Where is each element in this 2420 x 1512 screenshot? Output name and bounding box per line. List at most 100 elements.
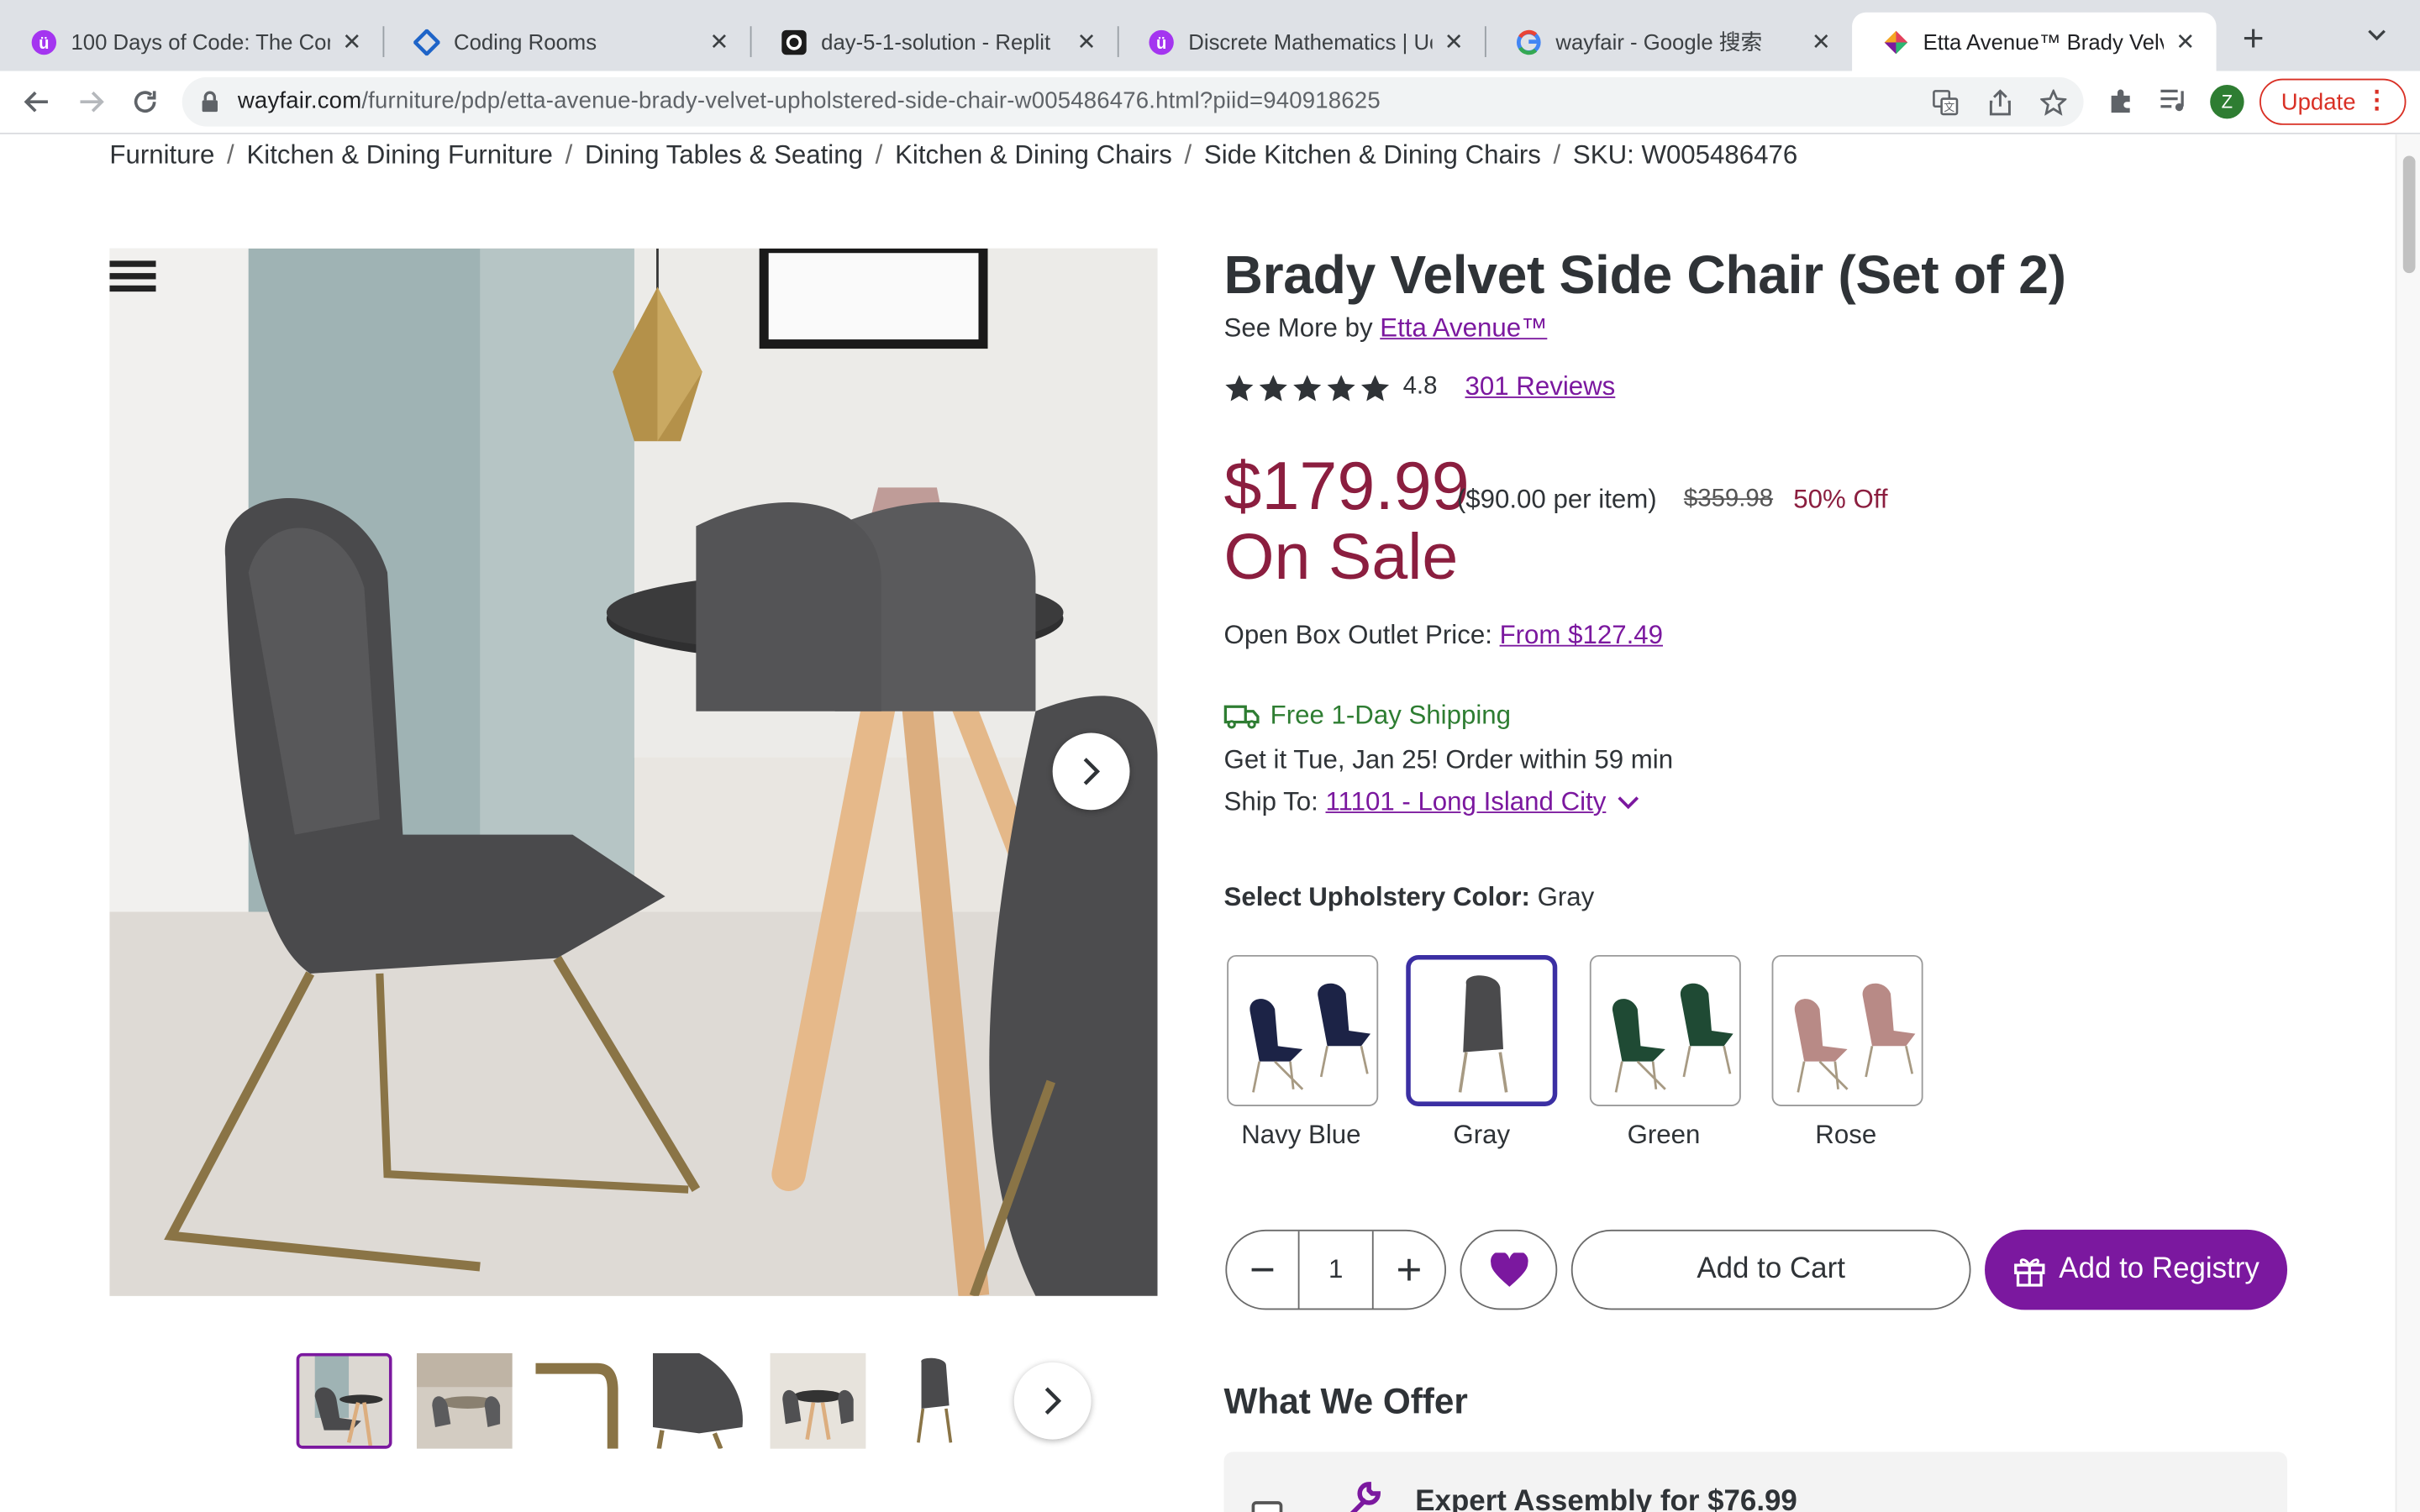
thumbnail[interactable] (535, 1352, 632, 1449)
open-box-price: Open Box Outlet Price: From $127.49 (1224, 620, 1663, 651)
offer-expert-assembly[interactable]: Expert Assembly for $76.99 (1223, 1452, 2288, 1512)
browser-viewport: ü 100 Days of Code: The Com ✕ Coding Roo… (0, 0, 2420, 1512)
tab-title: 100 Days of Code: The Com (71, 29, 331, 55)
share-icon[interactable] (1988, 89, 2012, 123)
lock-icon[interactable] (201, 91, 219, 120)
thumbnail[interactable] (416, 1352, 513, 1449)
on-sale-label: On Sale (1223, 519, 1459, 593)
ship-to-zip-link[interactable]: 11101 - Long Island City (1325, 787, 1606, 818)
star-icon (1293, 374, 1322, 401)
assembly-checkbox[interactable] (1251, 1501, 1283, 1512)
reviews-link[interactable]: 301 Reviews (1465, 372, 1616, 403)
profile-avatar[interactable]: Z (2210, 85, 2244, 119)
tab-coding-rooms[interactable]: Coding Rooms ✕ (383, 13, 750, 71)
close-icon[interactable]: ✕ (339, 28, 364, 55)
tab-replit[interactable]: day-5-1-solution - Replit ✕ (750, 13, 1118, 71)
update-label: Update (2281, 88, 2356, 115)
color-swatch-gray[interactable] (1406, 954, 1558, 1106)
tab-100-days-of-code[interactable]: ü 100 Days of Code: The Com ✕ (0, 13, 383, 71)
brand-link[interactable]: Etta Avenue™ (1380, 313, 1547, 343)
close-icon[interactable]: ✕ (707, 28, 731, 55)
product-main-image[interactable] (109, 248, 1158, 1296)
swatch-label: Rose (1815, 1120, 1877, 1150)
tab-wayfair-active[interactable]: Etta Avenue™ Brady Velvet ✕ (1852, 12, 2217, 71)
breadcrumb-link[interactable]: Furniture (109, 140, 214, 170)
tab-title: Etta Avenue™ Brady Velvet (1923, 29, 2165, 55)
quantity-decrease-button[interactable] (1227, 1231, 1300, 1309)
url-host: wayfair.com (237, 87, 362, 114)
url-text: wayfair.com/furniture/pdp/etta-avenue-br… (238, 88, 1381, 114)
back-arrow-icon[interactable] (18, 83, 55, 120)
product-title: Brady Velvet Side Chair (Set of 2) (1223, 245, 2067, 306)
quantity-input[interactable]: 1 (1298, 1231, 1374, 1309)
close-icon[interactable]: ✕ (2173, 28, 2197, 55)
star-icon (1327, 374, 1355, 401)
breadcrumb-link[interactable]: Kitchen & Dining Chairs (895, 140, 1172, 170)
see-more-prefix: See More by (1223, 312, 1373, 343)
sku-label: SKU: W005486476 (1572, 140, 1798, 171)
replit-icon (781, 29, 807, 55)
delivery-estimate: Get it Tue, Jan 25! Order within 59 min (1223, 745, 1674, 775)
update-button[interactable]: Update ⋮ (2259, 78, 2407, 125)
svg-text:ü: ü (39, 34, 49, 52)
media-playlist-icon[interactable] (2160, 87, 2189, 122)
breadcrumb-link[interactable]: Side Kitchen & Dining Chairs (1204, 140, 1541, 170)
star-icon (1259, 374, 1287, 401)
see-more-by: See More by Etta Avenue™ (1224, 313, 1548, 344)
rating-summary[interactable]: 4.8 301 Reviews (1224, 372, 1616, 403)
translate-icon[interactable]: 文 (1933, 90, 1959, 123)
address-bar[interactable]: wayfair.com/furniture/pdp/etta-avenue-br… (182, 76, 2084, 127)
tab-google-search[interactable]: wayfair - Google 搜索 ✕ (1485, 13, 1852, 71)
rating-value: 4.8 (1402, 373, 1438, 400)
more-vert-icon[interactable]: ⋮ (2365, 88, 2389, 116)
color-swatch-green[interactable] (1589, 954, 1741, 1106)
quantity-increase-button[interactable] (1371, 1231, 1444, 1309)
color-selector-label: Select Upholstery Color: Gray (1224, 883, 1595, 914)
extensions-puzzle-icon[interactable] (2107, 87, 2134, 122)
breadcrumb-link[interactable]: Dining Tables & Seating (585, 140, 863, 170)
swatch-label: Green (1627, 1120, 1701, 1150)
color-swatch-rose[interactable] (1771, 954, 1923, 1106)
page-scrollbar[interactable] (2395, 134, 2420, 1512)
breadcrumb-link[interactable]: Kitchen & Dining Furniture (246, 140, 552, 170)
forward-arrow-icon[interactable] (72, 83, 109, 120)
tab-title: wayfair - Google 搜索 (1555, 29, 1763, 55)
favorite-button[interactable] (1460, 1229, 1558, 1310)
selected-color: Gray (1537, 882, 1595, 912)
per-item-price: ($90.00 per item) (1456, 484, 1657, 514)
tab-title: Discrete Mathematics | Ude (1188, 29, 1433, 55)
udemy-icon: ü (31, 29, 57, 55)
add-to-cart-button[interactable]: Add to Cart (1570, 1229, 1971, 1310)
url-path: /furniture/pdp/etta-avenue-brady-velvet-… (361, 87, 1381, 114)
add-to-registry-button[interactable]: Add to Registry (1985, 1229, 2288, 1310)
chevron-right-icon (1044, 1387, 1062, 1415)
bookmark-star-icon[interactable] (2039, 87, 2068, 123)
heart-icon (1490, 1252, 1528, 1286)
color-swatch-navy-blue[interactable] (1227, 954, 1379, 1106)
thumbnail-next-button[interactable] (1013, 1362, 1092, 1440)
thumbnail[interactable] (296, 1352, 392, 1449)
gift-icon (2014, 1258, 2045, 1287)
close-icon[interactable]: ✕ (1442, 28, 1466, 55)
tab-strip: ü 100 Days of Code: The Com ✕ Coding Roo… (0, 0, 2420, 71)
plus-icon (1398, 1258, 1420, 1281)
scrollbar-thumb[interactable] (2402, 155, 2416, 274)
new-tab-button[interactable]: + (2235, 19, 2272, 60)
star-rating (1224, 373, 1391, 402)
product-page: Furniture / Kitchen & Dining Furniture / Din… (0, 134, 2396, 1512)
reload-icon[interactable] (127, 83, 164, 120)
open-box-link[interactable]: From $127.49 (1500, 620, 1663, 649)
close-icon[interactable]: ✕ (1809, 28, 1833, 55)
close-icon[interactable]: ✕ (1074, 28, 1098, 55)
assembly-offer-text: Expert Assembly for $76.99 (1415, 1485, 1797, 1512)
thumbnail[interactable] (770, 1352, 866, 1449)
thumbnail[interactable] (652, 1352, 749, 1449)
udemy-icon: ü (1149, 29, 1175, 55)
thumbnail[interactable] (887, 1352, 983, 1449)
tab-search-chevron-icon[interactable] (2366, 24, 2388, 54)
open-box-label: Open Box Outlet Price: (1223, 620, 1492, 650)
tab-discrete-math[interactable]: ü Discrete Mathematics | Ude ✕ (1118, 13, 1485, 71)
tab-title: day-5-1-solution - Replit (821, 29, 1051, 55)
sale-price: $179.99 (1223, 449, 1470, 525)
image-next-button[interactable] (1052, 732, 1130, 811)
